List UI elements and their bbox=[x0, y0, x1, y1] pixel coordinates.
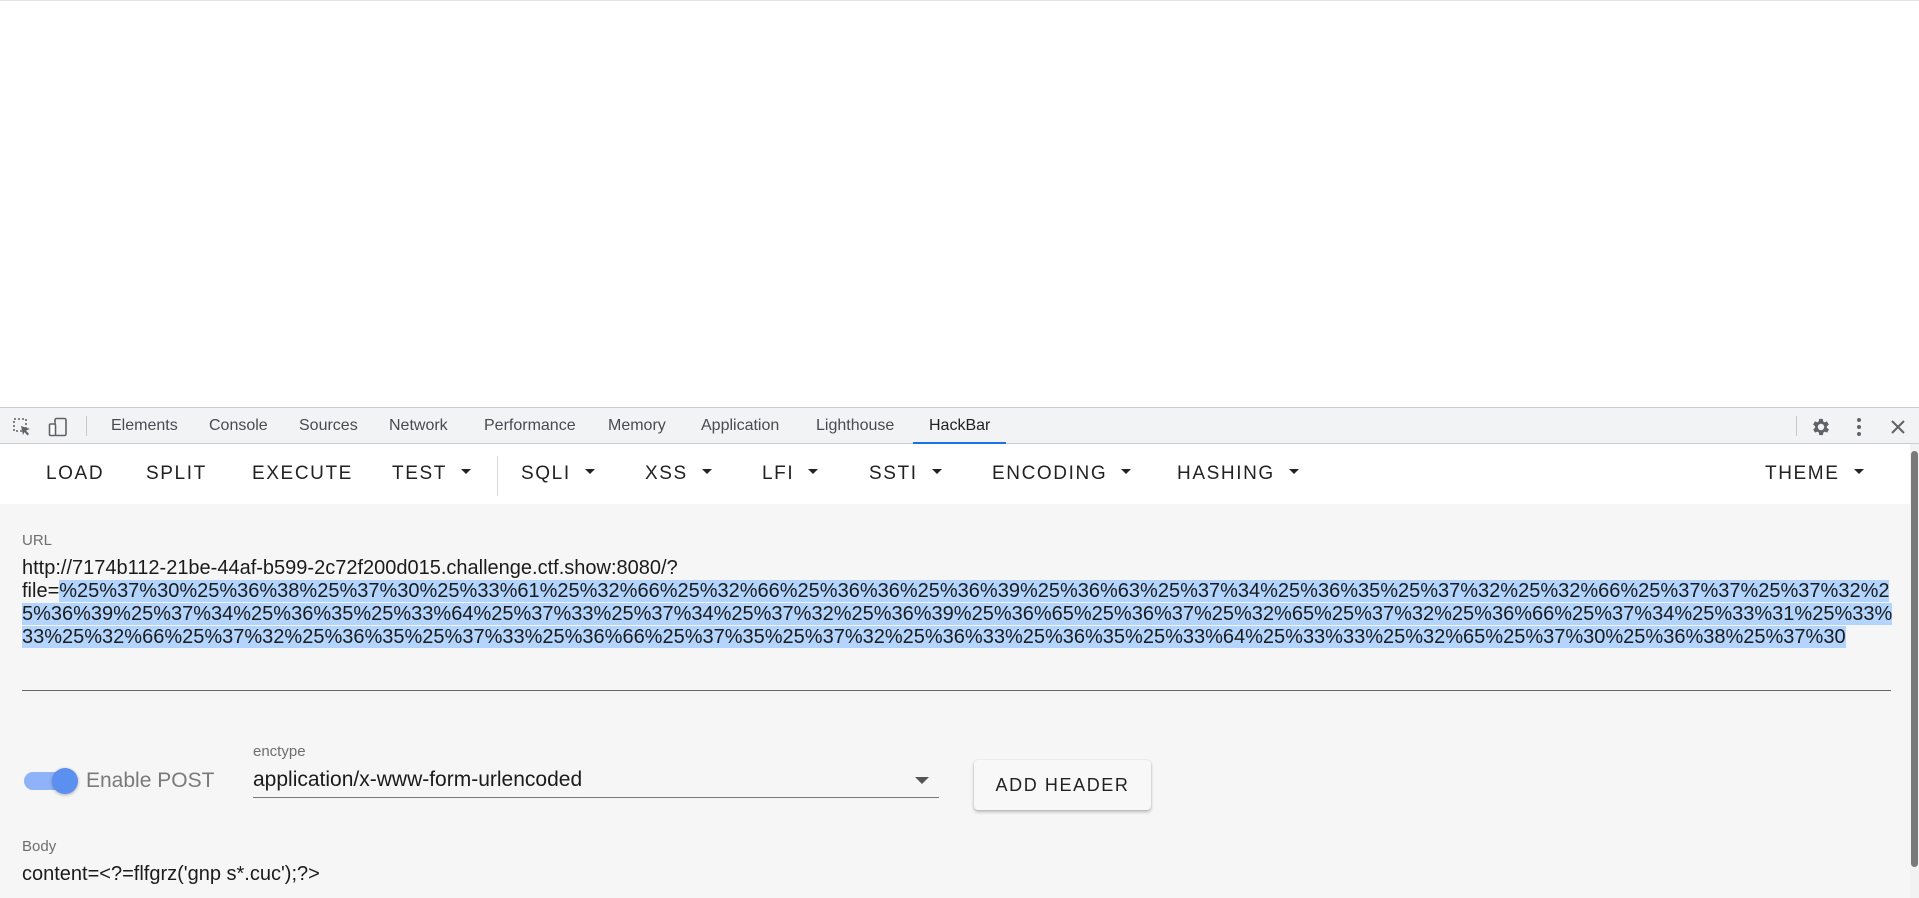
body-label: Body bbox=[22, 838, 57, 855]
sqli-label: SQLI bbox=[521, 463, 571, 484]
split-label: SPLIT bbox=[146, 463, 207, 484]
tab-performance[interactable]: Performance bbox=[468, 408, 592, 444]
toolbar-divider bbox=[1796, 416, 1797, 436]
enctype-value: application/x-www-form-urlencoded bbox=[253, 768, 583, 791]
url-underline bbox=[22, 690, 1891, 691]
caret-down-icon bbox=[1121, 469, 1132, 475]
close-icon[interactable] bbox=[1887, 416, 1909, 438]
theme-menu-button[interactable]: THEME bbox=[1765, 444, 1864, 504]
ssti-menu-button[interactable]: SSTI bbox=[869, 444, 942, 504]
url-selected-text: %25%37%30%25%36%38%25%37%30%25%33%61%25%… bbox=[22, 580, 1893, 648]
tab-application[interactable]: Application bbox=[685, 408, 795, 444]
toggle-knob[interactable] bbox=[52, 768, 78, 794]
toolbar-divider bbox=[86, 416, 87, 436]
test-label: TEST bbox=[392, 463, 447, 484]
load-button[interactable]: LOAD bbox=[46, 444, 104, 504]
caret-down-icon bbox=[931, 469, 942, 475]
sqli-menu-button[interactable]: SQLI bbox=[521, 444, 595, 504]
hackbar-content: URL http://7174b112-21be-44af-b599-2c72f… bbox=[0, 504, 1910, 898]
tab-lighthouse[interactable]: Lighthouse bbox=[800, 408, 910, 444]
theme-label: THEME bbox=[1765, 463, 1840, 484]
url-textarea[interactable]: http://7174b112-21be-44af-b599-2c72f200d… bbox=[22, 557, 1894, 649]
xss-menu-button[interactable]: XSS bbox=[645, 444, 712, 504]
scrollbar-thumb[interactable] bbox=[1911, 451, 1918, 867]
tab-network[interactable]: Network bbox=[373, 408, 464, 444]
page-viewport bbox=[0, 0, 1919, 406]
url-label: URL bbox=[22, 532, 53, 549]
tab-sources[interactable]: Sources bbox=[283, 408, 374, 444]
test-menu-button[interactable]: TEST bbox=[392, 444, 471, 504]
hashing-menu-button[interactable]: HASHING bbox=[1177, 444, 1299, 504]
devtools-tab-bar: Elements Console Sources Network Perform… bbox=[0, 407, 1919, 444]
add-header-button[interactable]: ADD HEADER bbox=[974, 760, 1151, 810]
split-button[interactable]: SPLIT bbox=[146, 444, 207, 504]
tab-memory[interactable]: Memory bbox=[592, 408, 682, 444]
devtools-panel: Elements Console Sources Network Perform… bbox=[0, 407, 1919, 898]
enctype-label: enctype bbox=[253, 743, 306, 760]
hackbar-toolbar: LOAD SPLIT EXECUTE TEST SQLI XSS LFI SST… bbox=[0, 444, 1910, 504]
lfi-menu-button[interactable]: LFI bbox=[762, 444, 819, 504]
caret-down-icon bbox=[1288, 469, 1299, 475]
caret-down-icon bbox=[915, 777, 929, 784]
enctype-select[interactable]: application/x-www-form-urlencoded bbox=[253, 768, 939, 798]
gear-icon[interactable] bbox=[1810, 416, 1832, 438]
caret-down-icon bbox=[1853, 469, 1864, 475]
ssti-label: SSTI bbox=[869, 463, 918, 484]
caret-down-icon bbox=[460, 469, 471, 475]
more-vertical-icon[interactable] bbox=[1848, 416, 1870, 438]
tab-elements[interactable]: Elements bbox=[95, 408, 194, 444]
hashing-label: HASHING bbox=[1177, 463, 1275, 484]
body-textarea[interactable]: content=<?=flfgrz('gnp s*.cuc');?> bbox=[22, 863, 320, 886]
encoding-menu-button[interactable]: ENCODING bbox=[992, 444, 1132, 504]
encoding-label: ENCODING bbox=[992, 463, 1108, 484]
tab-hackbar[interactable]: HackBar bbox=[913, 408, 1007, 444]
tab-console[interactable]: Console bbox=[193, 408, 284, 444]
lfi-label: LFI bbox=[762, 463, 795, 484]
enable-post-label: Enable POST bbox=[86, 769, 215, 792]
xss-label: XSS bbox=[645, 463, 688, 484]
device-toolbar-icon[interactable] bbox=[47, 416, 69, 438]
caret-down-icon bbox=[701, 469, 712, 475]
inspect-element-icon[interactable] bbox=[11, 416, 33, 438]
execute-label: EXECUTE bbox=[252, 463, 353, 484]
load-label: LOAD bbox=[46, 463, 105, 484]
toolbar-divider bbox=[497, 456, 498, 496]
execute-button[interactable]: EXECUTE bbox=[252, 444, 353, 504]
caret-down-icon bbox=[808, 469, 819, 475]
caret-down-icon bbox=[584, 469, 595, 475]
